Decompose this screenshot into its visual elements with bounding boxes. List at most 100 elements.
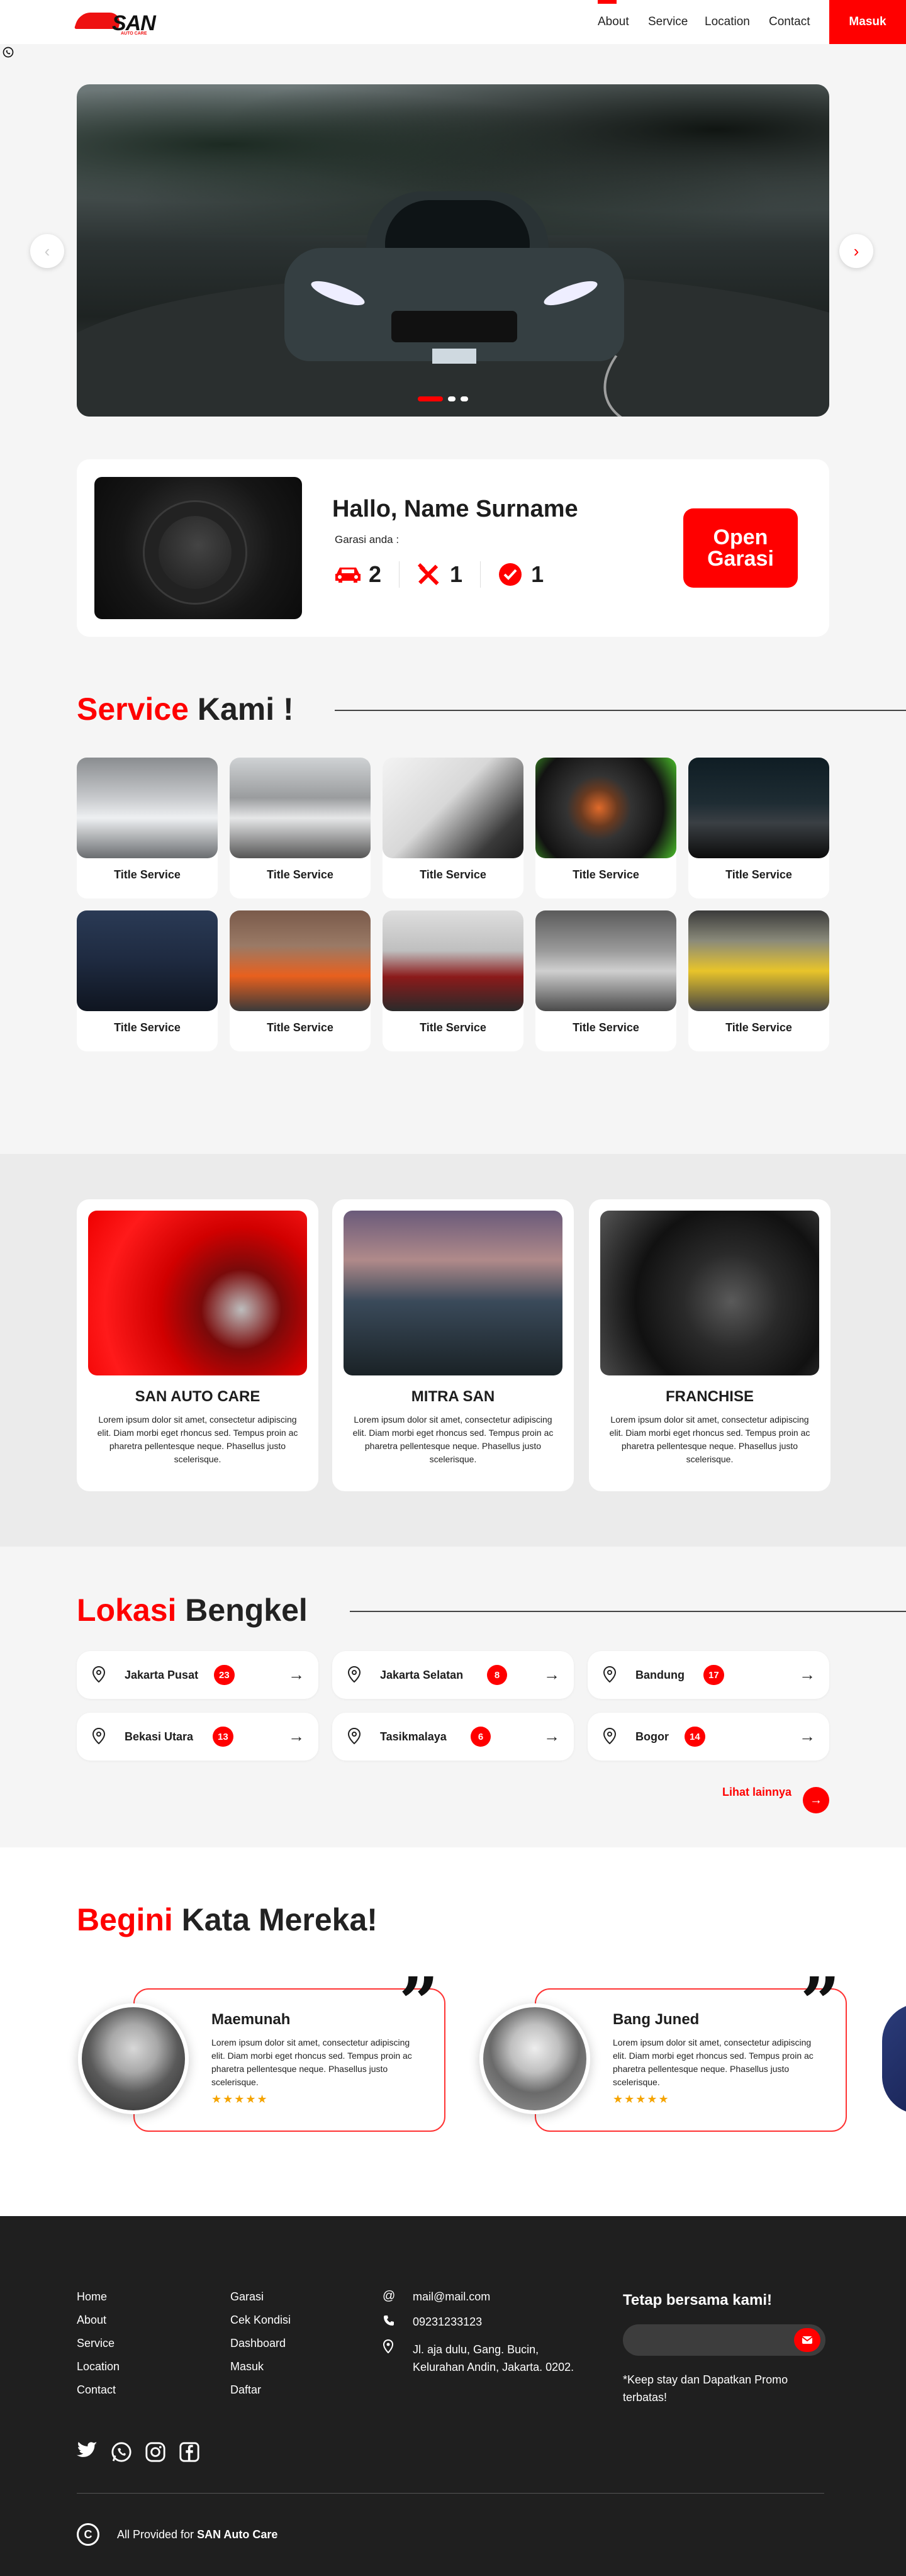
service-image: [77, 758, 218, 858]
location-item[interactable]: Bandung 17 →: [588, 1651, 829, 1699]
phone-icon: [383, 2314, 395, 2331]
feature-card[interactable]: SAN AUTO CARE Lorem ipsum dolor sit amet…: [77, 1199, 318, 1491]
service-card[interactable]: Title Service: [535, 910, 676, 1051]
at-sign-icon: @: [383, 2289, 396, 2303]
quote-icon: ”: [800, 1962, 841, 2043]
feature-card[interactable]: FRANCHISE Lorem ipsum dolor sit amet, co…: [589, 1199, 830, 1491]
service-card[interactable]: Title Service: [230, 758, 371, 899]
footer-link-location[interactable]: Location: [77, 2360, 120, 2373]
arrow-right-icon[interactable]: →: [799, 1727, 815, 1746]
location-item[interactable]: Tasikmalaya 6 →: [332, 1713, 574, 1761]
whatsapp-float-icon[interactable]: [0, 44, 16, 60]
service-title: Title Service: [725, 1021, 792, 1034]
testimonial-text: Lorem ipsum dolor sit amet, consectetur …: [211, 2037, 412, 2087]
mail-send-icon[interactable]: [794, 2328, 820, 2352]
footer-link-home[interactable]: Home: [77, 2290, 107, 2304]
location-count-badge: 23: [214, 1665, 235, 1685]
arrow-right-icon[interactable]: →: [544, 1665, 560, 1684]
garage-label: Garasi anda :: [335, 534, 400, 546]
see-more-link[interactable]: Lihat lainnya: [722, 1786, 791, 1799]
steering-wheel-image: [94, 477, 302, 619]
newsletter-title: Tetap bersama kami!: [623, 2292, 772, 2309]
logo-subtext: AUTO CARE: [121, 31, 147, 36]
location-item[interactable]: Bogor 14 →: [588, 1713, 829, 1761]
service-card[interactable]: Title Service: [77, 910, 218, 1051]
nav-location[interactable]: Location: [705, 15, 750, 29]
service-card[interactable]: Title Service: [383, 758, 523, 899]
nav-contact[interactable]: Contact: [769, 15, 810, 29]
location-item[interactable]: Bekasi Utara 13 →: [77, 1713, 318, 1761]
footer-link-cek-kondisi[interactable]: Cek Kondisi: [230, 2314, 291, 2327]
carousel-prev-button[interactable]: ‹: [30, 234, 64, 268]
location-name: Tasikmalaya: [380, 1730, 447, 1743]
brand-logo[interactable]: SAN AUTO CARE: [74, 9, 159, 36]
service-card[interactable]: Title Service: [383, 910, 523, 1051]
carousel-dot[interactable]: [448, 396, 456, 401]
arrow-right-icon[interactable]: →: [799, 1665, 815, 1684]
feature-image: [600, 1211, 819, 1375]
whatsapp-icon[interactable]: [111, 2441, 133, 2464]
top-navbar: SAN AUTO CARE About Service Location Con…: [0, 0, 906, 44]
location-name: Bekasi Utara: [125, 1730, 194, 1743]
rating-stars: ★★★★★: [211, 2093, 269, 2105]
testimonials-heading-rest: Kata Mereka!: [172, 1902, 378, 1937]
locations-heading-red: Lokasi: [77, 1593, 177, 1628]
feature-title: MITRA SAN: [411, 1388, 495, 1405]
open-garage-label-1: Open: [713, 525, 768, 549]
nav-service[interactable]: Service: [648, 15, 688, 29]
open-garage-button[interactable]: Open Garasi: [683, 508, 798, 588]
footer-link-about[interactable]: About: [77, 2314, 106, 2327]
stat-services-value: 1: [450, 561, 463, 587]
service-card[interactable]: Title Service: [688, 910, 829, 1051]
avatar: [78, 2003, 189, 2114]
rating-stars: ★★★★★: [613, 2093, 670, 2105]
footer-link-daftar[interactable]: Daftar: [230, 2383, 261, 2397]
avatar: [479, 2003, 590, 2114]
location-count-badge: 14: [685, 1727, 705, 1747]
facebook-icon[interactable]: [179, 2441, 201, 2464]
locations-heading-line: [350, 1611, 906, 1612]
testimonial-name: Bang Juned: [613, 2011, 700, 2028]
twitter-icon[interactable]: [77, 2441, 99, 2464]
copyright-icon: C: [77, 2523, 99, 2546]
service-image: [230, 758, 371, 858]
see-more-arrow-icon[interactable]: →: [803, 1787, 829, 1813]
location-name: Bandung: [635, 1669, 685, 1681]
instagram-icon[interactable]: [145, 2441, 167, 2464]
service-card[interactable]: Title Service: [688, 758, 829, 899]
carousel-dot[interactable]: [418, 396, 443, 401]
location-item[interactable]: Jakarta Pusat 23 →: [77, 1651, 318, 1699]
footer-link-service[interactable]: Service: [77, 2337, 115, 2350]
testimonials-heading-red: Begini: [77, 1902, 173, 1937]
nav-about[interactable]: About: [598, 15, 629, 29]
service-card[interactable]: Title Service: [77, 758, 218, 899]
login-button[interactable]: Masuk: [829, 0, 906, 44]
location-item[interactable]: Jakarta Selatan 8 →: [332, 1651, 574, 1699]
feature-title: SAN AUTO CARE: [135, 1388, 260, 1405]
carousel-next-button[interactable]: ›: [839, 234, 873, 268]
service-image: [383, 910, 523, 1011]
footer-email[interactable]: mail@mail.com: [413, 2290, 490, 2304]
feature-image: [344, 1211, 562, 1375]
footer-link-contact[interactable]: Contact: [77, 2383, 116, 2397]
footer-divider: [77, 2493, 824, 2494]
footer-phone[interactable]: 09231233123: [413, 2316, 482, 2329]
footer-link-masuk[interactable]: Masuk: [230, 2360, 264, 2373]
service-image: [535, 910, 676, 1011]
map-pin-icon: [92, 1666, 109, 1684]
feature-card[interactable]: MITRA SAN Lorem ipsum dolor sit amet, co…: [332, 1199, 574, 1491]
arrow-right-icon[interactable]: →: [544, 1727, 560, 1746]
footer-link-garasi[interactable]: Garasi: [230, 2290, 264, 2304]
car-icon: [333, 562, 362, 587]
arrow-right-icon[interactable]: →: [288, 1665, 305, 1684]
locations-heading: Lokasi Bengkel: [77, 1592, 308, 1628]
service-card[interactable]: Title Service: [230, 910, 371, 1051]
footer-link-dashboard[interactable]: Dashboard: [230, 2337, 286, 2350]
stat-done-value: 1: [531, 561, 544, 587]
arrow-right-icon[interactable]: →: [288, 1727, 305, 1746]
carousel-dot[interactable]: [461, 396, 468, 401]
testimonial-text: Lorem ipsum dolor sit amet, consectetur …: [613, 2037, 814, 2087]
service-card[interactable]: Title Service: [535, 758, 676, 899]
stat-done: 1: [480, 561, 561, 588]
service-image: [383, 758, 523, 858]
